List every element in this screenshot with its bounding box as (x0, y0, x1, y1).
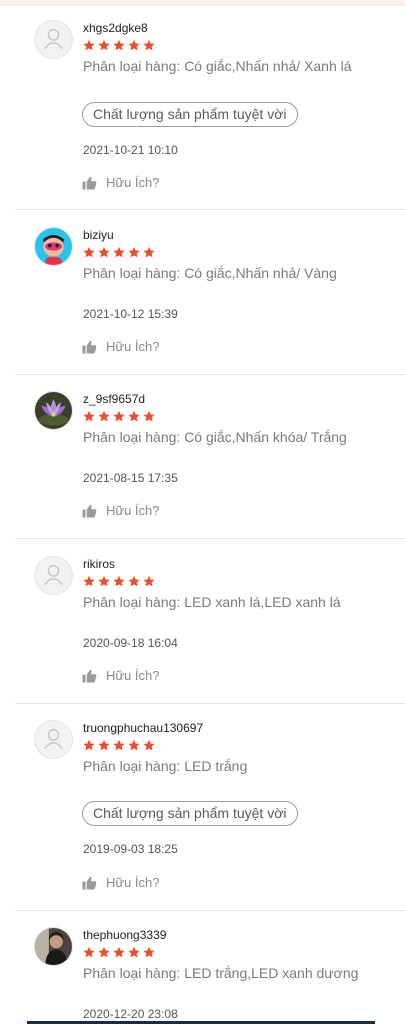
helpful-button[interactable]: Hữu Ích? (82, 503, 160, 518)
review-tag: Chất lượng sản phẩm tuyệt vời (82, 102, 298, 127)
variation-text: Phân loại hàng: Có giắc,Nhấn khóa/ Trắng (83, 429, 347, 445)
star-icon (143, 575, 155, 587)
helpful-button[interactable]: Hữu Ích? (82, 668, 160, 683)
helpful-button[interactable]: Hữu Ích? (82, 175, 160, 190)
star-icon (128, 39, 140, 51)
user-icon (35, 721, 72, 758)
helpful-label: Hữu Ích? (106, 668, 160, 683)
user-icon (35, 21, 72, 58)
avatar[interactable] (34, 556, 73, 595)
star-icon (83, 246, 95, 258)
review-date: 2019-09-03 18:25 (83, 842, 178, 856)
review-item: xhgs2dgke8 Phân loại hàng: Có giắc,Nhấn … (0, 20, 405, 210)
divider (15, 374, 405, 375)
review-date: 2021-10-21 10:10 (83, 143, 178, 157)
star-rating (82, 39, 156, 52)
divider (15, 538, 405, 539)
star-icon (113, 739, 125, 751)
review-item: z_9sf9657d Phân loại hàng: Có giắc,Nhấn … (0, 391, 405, 538)
review-tag: Chất lượng sản phẩm tuyệt vời (82, 801, 298, 826)
variation-text: Phân loại hàng: Có giắc,Nhấn nhả/ Xanh l… (83, 58, 352, 74)
thumbs-up-icon (82, 340, 97, 354)
star-icon (83, 575, 95, 587)
star-icon (98, 739, 110, 751)
helpful-label: Hữu Ích? (106, 503, 160, 518)
variation-text: Phân loại hàng: LED xanh lá,LED xanh lá (83, 594, 341, 610)
helpful-button[interactable]: Hữu Ích? (82, 339, 160, 354)
star-icon (98, 39, 110, 51)
variation-text: Phân loại hàng: Có giắc,Nhấn nhả/ Vàng (83, 265, 337, 281)
star-rating (82, 246, 156, 259)
avatar[interactable] (34, 227, 73, 266)
divider (15, 703, 405, 704)
star-icon (113, 246, 125, 258)
thumbs-up-icon (82, 504, 97, 518)
username[interactable]: truongphuchau130697 (83, 721, 203, 735)
review-item: thephuong3339 Phân loại hàng: LED trắng,… (0, 927, 405, 1024)
star-icon (128, 410, 140, 422)
helpful-label: Hữu Ích? (106, 339, 160, 354)
username[interactable]: thephuong3339 (83, 928, 166, 942)
review-date: 2020-09-18 16:04 (83, 636, 178, 650)
divider (15, 209, 405, 210)
star-rating (82, 575, 156, 588)
review-date: 2021-08-15 17:35 (83, 471, 178, 485)
helpful-button[interactable]: Hữu Ích? (82, 875, 160, 890)
star-icon (128, 739, 140, 751)
star-icon (83, 739, 95, 751)
star-icon (143, 39, 155, 51)
star-icon (128, 246, 140, 258)
review-date: 2020-12-20 23:08 (83, 1007, 178, 1021)
star-icon (98, 946, 110, 958)
avatar-photo-icon (35, 228, 72, 265)
avatar-lotus-icon (35, 392, 72, 429)
star-icon (143, 246, 155, 258)
thumbs-up-icon (82, 669, 97, 683)
variation-text: Phân loại hàng: LED trắng,LED xanh dương (83, 965, 359, 981)
review-item: rikiros Phân loại hàng: LED xanh lá,LED … (0, 556, 405, 703)
star-icon (128, 575, 140, 587)
avatar[interactable] (34, 927, 73, 966)
avatar[interactable] (34, 20, 73, 59)
thumbs-up-icon (82, 876, 97, 890)
star-icon (143, 739, 155, 751)
star-rating (82, 739, 156, 752)
star-icon (83, 39, 95, 51)
star-icon (98, 246, 110, 258)
user-icon (35, 557, 72, 594)
star-icon (83, 946, 95, 958)
helpful-label: Hữu Ích? (106, 175, 160, 190)
star-icon (143, 946, 155, 958)
star-icon (98, 575, 110, 587)
review-item: biziyu Phân loại hàng: Có giắc,Nhấn nhả/… (0, 227, 405, 374)
avatar[interactable] (34, 391, 73, 430)
star-rating (82, 946, 156, 959)
star-icon (128, 946, 140, 958)
star-icon (83, 410, 95, 422)
star-icon (98, 410, 110, 422)
divider (15, 910, 405, 911)
avatar-photo-icon (35, 928, 72, 965)
star-icon (113, 410, 125, 422)
star-rating (82, 410, 156, 423)
username[interactable]: biziyu (83, 228, 114, 242)
star-icon (143, 410, 155, 422)
top-strip (0, 0, 405, 5)
username[interactable]: xhgs2dgke8 (83, 21, 148, 35)
review-item: truongphuchau130697 Phân loại hàng: LED … (0, 720, 405, 910)
variation-text: Phân loại hàng: LED trắng (83, 758, 248, 774)
review-date: 2021-10-12 15:39 (83, 307, 178, 321)
username[interactable]: z_9sf9657d (83, 392, 145, 406)
helpful-label: Hữu Ích? (106, 875, 160, 890)
star-icon (113, 39, 125, 51)
username[interactable]: rikiros (83, 557, 115, 571)
avatar[interactable] (34, 720, 73, 759)
star-icon (113, 946, 125, 958)
star-icon (113, 575, 125, 587)
thumbs-up-icon (82, 176, 97, 190)
